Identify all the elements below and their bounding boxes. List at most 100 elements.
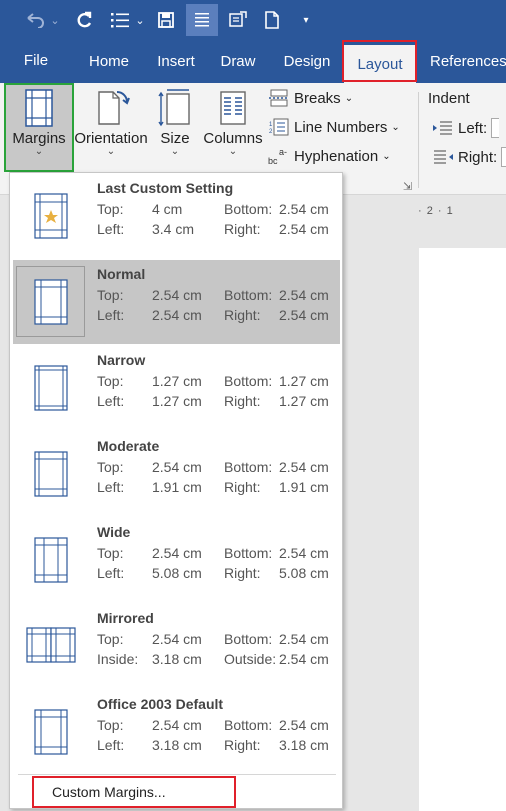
- size-chevron-icon: ⌄: [170, 146, 180, 157]
- margins-label: Margins: [12, 130, 66, 147]
- margins-button[interactable]: Margins ⌄: [6, 88, 72, 157]
- margin-label: Top:: [97, 373, 124, 389]
- margin-label: Outside:: [224, 651, 277, 667]
- size-icon: [158, 89, 190, 127]
- menu-separator: [18, 774, 336, 775]
- margin-option-mirrored[interactable]: Mirrored Top: 2.54 cm Bottom: 2.54 cm In…: [13, 604, 340, 688]
- breaks-label: Breaks: [294, 89, 341, 107]
- tab-insert[interactable]: Insert: [150, 40, 202, 83]
- margin-option-last-custom-setting[interactable]: Last Custom Setting Top: 4 cm Bottom: 2.…: [13, 174, 340, 258]
- margin-option-name: Normal: [97, 266, 146, 282]
- orientation-label: Orientation: [74, 130, 148, 147]
- customize-qat-icon[interactable]: ▾: [298, 4, 314, 36]
- margin-option-moderate[interactable]: Moderate Top: 2.54 cm Bottom: 2.54 cm Le…: [13, 432, 340, 516]
- margin-value: 4 cm: [152, 201, 183, 217]
- undo-icon: [27, 13, 44, 28]
- orientation-chevron-icon: ⌄: [106, 146, 116, 157]
- margin-preset-icon: [25, 446, 77, 506]
- breaks-icon: [269, 89, 289, 107]
- margin-label: Left:: [97, 221, 125, 237]
- margin-label: Bottom:: [224, 201, 273, 217]
- svg-text:2: 2: [269, 129, 273, 135]
- columns-button[interactable]: Columns ⌄: [202, 88, 264, 157]
- save-button[interactable]: [152, 4, 180, 36]
- margin-label: Bottom:: [224, 631, 273, 647]
- tab-design[interactable]: Design: [276, 40, 338, 83]
- margin-value: 2.54 cm: [152, 459, 202, 475]
- layout-tab-highlight: [342, 40, 417, 82]
- margin-preset-icon: [34, 709, 68, 755]
- tab-draw[interactable]: Draw: [214, 40, 262, 83]
- undo-dropdown-chevron-icon[interactable]: ⌄: [48, 4, 62, 36]
- margin-option-name: Narrow: [97, 352, 146, 368]
- margin-option-normal[interactable]: Normal Top: 2.54 cm Bottom: 2.54 cm Left…: [13, 260, 340, 344]
- margin-value: 3.18 cm: [279, 737, 329, 753]
- indent-right-field[interactable]: Right:: [432, 147, 506, 167]
- margins-chevron-icon: ⌄: [34, 146, 44, 157]
- custom-margins-button[interactable]: Custom Margins...: [32, 776, 236, 808]
- margin-label: Left:: [97, 737, 125, 753]
- margin-value: 2.54 cm: [279, 287, 329, 303]
- margin-preset-icon: [26, 627, 76, 663]
- margin-preset-icon: [25, 188, 77, 248]
- hyphenation-button[interactable]: bc a- Hyphenation ⌄: [268, 147, 391, 165]
- margins-icon: [25, 89, 53, 127]
- orientation-button[interactable]: Orientation ⌄: [74, 88, 148, 157]
- align-button[interactable]: [186, 4, 218, 36]
- indent-left-icon: [433, 121, 452, 135]
- margin-label: Inside:: [97, 651, 139, 667]
- redo-button[interactable]: [70, 4, 98, 36]
- margin-value: 1.27 cm: [279, 393, 329, 409]
- line-numbers-icon: 12: [269, 118, 289, 136]
- margin-value: 2.54 cm: [279, 651, 329, 667]
- undo-button[interactable]: [22, 4, 48, 36]
- margin-option-narrow[interactable]: Narrow Top: 1.27 cm Bottom: 1.27 cm Left…: [13, 346, 340, 430]
- margin-label: Top:: [97, 287, 124, 303]
- hyphenation-icon: bca-: [268, 147, 287, 165]
- margin-value: 1.27 cm: [279, 373, 329, 389]
- margin-option-name: Last Custom Setting: [97, 180, 234, 196]
- margin-label: Top:: [97, 201, 124, 217]
- margin-label: Bottom:: [224, 373, 273, 389]
- margin-option-name: Wide: [97, 524, 131, 540]
- page-setup-launcher-icon[interactable]: ⇲: [403, 180, 412, 193]
- margin-label: Left:: [97, 565, 125, 581]
- margin-value: 1.91 cm: [152, 479, 202, 495]
- document-page[interactable]: [419, 248, 506, 811]
- margin-option-wide[interactable]: Wide Top: 2.54 cm Bottom: 2.54 cm Left: …: [13, 518, 340, 602]
- margin-value: 2.54 cm: [152, 631, 202, 647]
- tab-file[interactable]: File: [14, 40, 58, 80]
- margin-label: Left:: [97, 479, 125, 495]
- tab-references[interactable]: References: [424, 40, 506, 83]
- margin-label: Top:: [97, 717, 124, 733]
- size-button[interactable]: Size ⌄: [152, 88, 198, 157]
- margin-value: 1.91 cm: [279, 479, 329, 495]
- new-document-button[interactable]: [258, 4, 286, 36]
- breaks-button[interactable]: Breaks ⌄: [268, 89, 353, 107]
- hyphenation-label: Hyphenation: [294, 147, 379, 165]
- margin-preset-icon: [25, 274, 77, 334]
- draw-table-button[interactable]: [224, 4, 252, 36]
- bullet-list-icon: [111, 13, 129, 28]
- margin-label: Left:: [97, 393, 125, 409]
- columns-label: Columns: [203, 130, 263, 147]
- tab-home[interactable]: Home: [80, 40, 138, 83]
- indent-right-icon: [434, 150, 453, 164]
- line-numbers-button[interactable]: 12 Line Numbers ⌄: [268, 118, 400, 136]
- indent-heading: Indent: [428, 90, 470, 107]
- indent-left-input[interactable]: [491, 118, 500, 138]
- margin-value: 1.27 cm: [152, 393, 202, 409]
- margin-value: 2.54 cm: [152, 545, 202, 561]
- indent-right-input[interactable]: [501, 147, 506, 167]
- margin-value: 2.54 cm: [279, 201, 329, 217]
- orientation-icon: [98, 91, 130, 125]
- margin-option-office-2003-default[interactable]: Office 2003 Default Top: 2.54 cm Bottom:…: [13, 690, 340, 774]
- list-dropdown-chevron-icon[interactable]: ⌄: [134, 4, 146, 36]
- margin-label: Right:: [224, 221, 261, 237]
- margin-preset-icon: [25, 704, 77, 764]
- breaks-chevron-icon: ⌄: [344, 92, 354, 104]
- bullet-list-button[interactable]: [106, 4, 134, 36]
- redo-icon: [77, 11, 92, 28]
- indent-left-field[interactable]: Left:: [432, 118, 500, 138]
- margin-label: Bottom:: [224, 459, 273, 475]
